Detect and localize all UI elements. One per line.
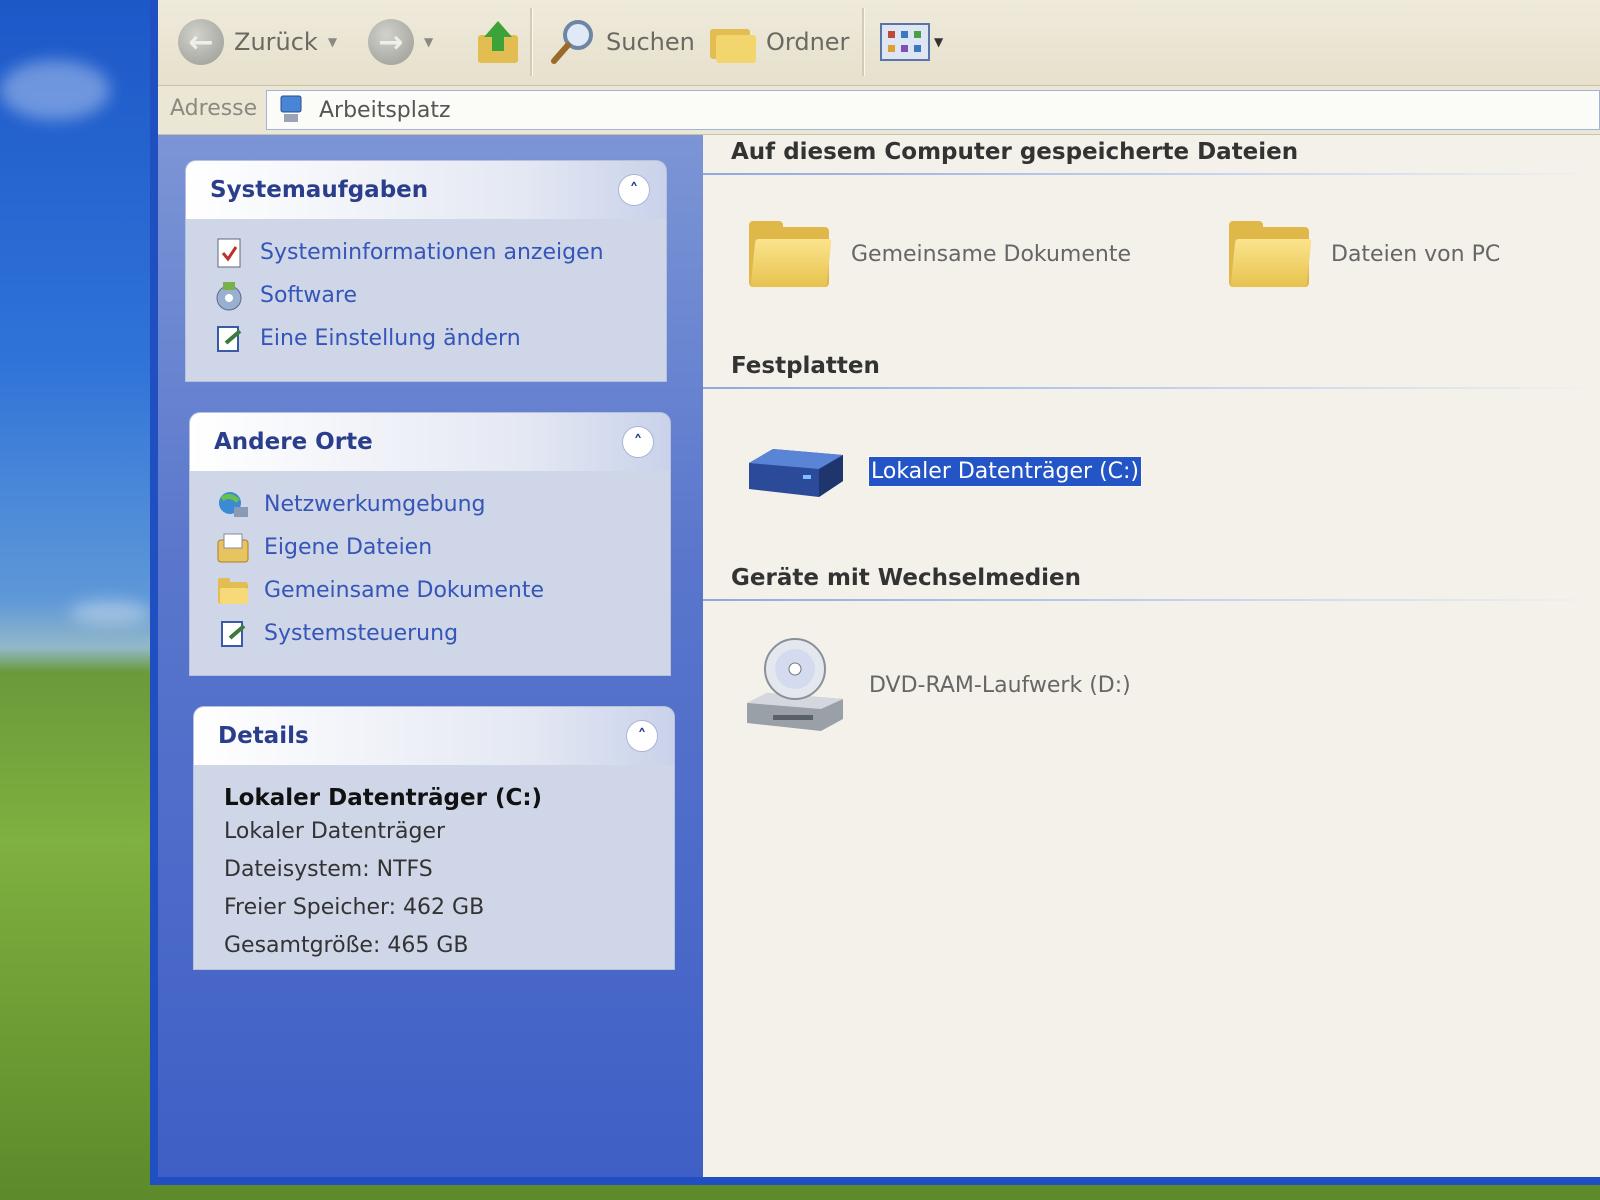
collapse-chevron-icon[interactable]: ˄ — [622, 426, 654, 458]
task-change-setting[interactable]: Eine Einstellung ändern — [212, 317, 644, 360]
place-label: Eigene Dateien — [264, 535, 433, 560]
my-documents-icon — [216, 531, 250, 565]
item-local-disk-c[interactable]: Lokaler Datenträger (C:) — [743, 441, 1143, 501]
item-label: Gemeinsame Dokumente — [851, 241, 1131, 267]
other-places-header[interactable]: Andere Orte ˄ — [190, 413, 670, 471]
control-panel-icon — [212, 322, 246, 356]
details-free-space: Freier Speicher: 462 GB — [224, 895, 485, 920]
hard-drive-icon — [749, 449, 843, 497]
my-computer-icon — [280, 95, 302, 122]
folders-label: Ordner — [766, 28, 850, 56]
task-pane: Systemaufgaben ˄ Systeminformationen anz… — [158, 135, 703, 1177]
file-list-view: Auf diesem Computer gespeicherte Dateien… — [703, 135, 1600, 1177]
group-title-removable: Geräte mit Wechselmedien — [731, 565, 1082, 591]
toolbar: ← Zurück ▼ → ▼ Suchen Ordner ▼ — [158, 0, 1600, 86]
folder-icon — [749, 221, 832, 287]
system-tasks-header[interactable]: Systemaufgaben ˄ — [186, 161, 666, 219]
details-title: Details — [218, 723, 309, 749]
forward-dropdown-icon[interactable]: ▼ — [424, 35, 433, 49]
folders-button[interactable]: Ordner — [708, 14, 849, 70]
address-label: Adresse — [170, 96, 258, 121]
address-bar: Adresse Arbeitsplatz — [158, 86, 1600, 135]
place-label: Gemeinsame Dokumente — [264, 578, 544, 603]
forward-arrow-icon: → — [368, 19, 414, 65]
place-shared-documents[interactable]: Gemeinsame Dokumente — [216, 569, 648, 612]
search-label: Suchen — [606, 28, 695, 56]
collapse-chevron-icon[interactable]: ˄ — [626, 720, 658, 752]
place-label: Netzwerkumgebung — [264, 492, 486, 517]
folder-up-icon — [478, 21, 518, 63]
details-total-size: Gesamtgröße: 465 GB — [224, 933, 469, 958]
system-info-icon — [212, 236, 246, 270]
back-arrow-icon: ← — [178, 19, 224, 65]
views-button[interactable]: ▼ — [880, 14, 943, 70]
item-label: DVD-RAM-Laufwerk (D:) — [869, 672, 1131, 698]
dvd-drive-icon — [747, 638, 843, 731]
task-software[interactable]: Software — [212, 274, 644, 317]
network-icon — [216, 488, 250, 522]
item-shared-documents[interactable]: Gemeinsame Dokumente — [749, 221, 1131, 287]
address-value: Arbeitsplatz — [319, 97, 451, 123]
other-places-title: Andere Orte — [214, 429, 373, 455]
software-icon — [212, 279, 246, 313]
task-label: Software — [260, 283, 357, 308]
address-field[interactable]: Arbeitsplatz — [266, 90, 1600, 130]
item-label: Lokaler Datenträger (C:) — [867, 455, 1143, 487]
item-dvd-drive-d[interactable]: DVD-RAM-Laufwerk (D:) — [743, 633, 1131, 737]
task-label: Eine Einstellung ändern — [260, 326, 521, 351]
collapse-chevron-icon[interactable]: ˄ — [618, 174, 650, 206]
explorer-window: ← Zurück ▼ → ▼ Suchen Ordner ▼ Adresse A… — [150, 0, 1600, 1185]
system-tasks-panel: Systemaufgaben ˄ Systeminformationen anz… — [186, 161, 666, 381]
group-title-stored-files: Auf diesem Computer gespeicherte Dateien — [731, 139, 1299, 165]
task-label: Systeminformationen anzeigen — [260, 240, 604, 265]
back-dropdown-icon[interactable]: ▼ — [328, 35, 337, 49]
views-dropdown-icon[interactable]: ▼ — [934, 35, 943, 49]
forward-button[interactable]: → ▼ — [368, 14, 433, 70]
details-item-name: Lokaler Datenträger (C:) — [224, 785, 543, 811]
item-pc-files[interactable]: Dateien von PC — [1229, 221, 1500, 287]
details-panel: Details ˄ Lokaler Datenträger (C:) Lokal… — [194, 707, 674, 969]
details-filesystem: Dateisystem: NTFS — [224, 857, 433, 882]
details-item-type: Lokaler Datenträger — [224, 819, 446, 844]
up-button[interactable] — [476, 14, 522, 70]
search-button[interactable]: Suchen — [548, 14, 695, 70]
search-icon — [551, 20, 593, 64]
folder-icon — [216, 574, 250, 608]
control-panel-icon — [216, 617, 250, 651]
folder-icon — [1229, 221, 1312, 287]
task-system-info[interactable]: Systeminformationen anzeigen — [212, 231, 644, 274]
place-network[interactable]: Netzwerkumgebung — [216, 483, 648, 526]
folders-icon — [710, 29, 756, 63]
system-tasks-title: Systemaufgaben — [210, 177, 429, 203]
back-button[interactable]: ← Zurück ▼ — [178, 14, 337, 70]
item-label: Dateien von PC — [1331, 241, 1501, 267]
other-places-panel: Andere Orte ˄ Netzwerkumgebung Eigene Da… — [190, 413, 670, 675]
back-label: Zurück — [234, 28, 318, 56]
place-control-panel[interactable]: Systemsteuerung — [216, 612, 648, 655]
details-header[interactable]: Details ˄ — [194, 707, 674, 765]
group-title-hard-disks: Festplatten — [731, 353, 880, 379]
place-my-documents[interactable]: Eigene Dateien — [216, 526, 648, 569]
views-icon — [880, 23, 930, 61]
place-label: Systemsteuerung — [264, 621, 459, 646]
